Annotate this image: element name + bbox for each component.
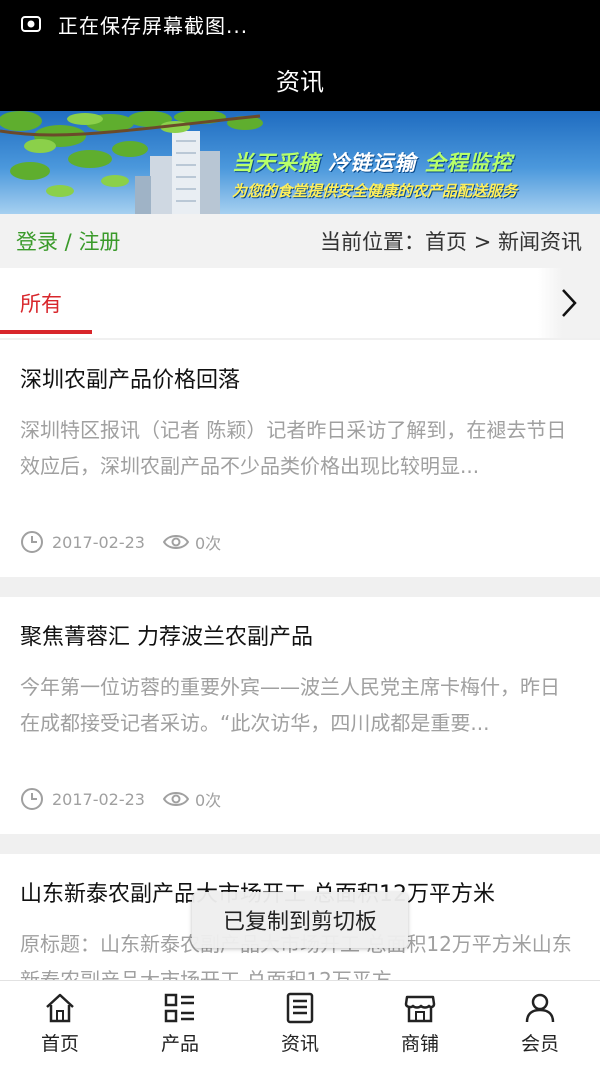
- clock-icon: [21, 788, 43, 810]
- page-title: 资讯: [0, 48, 600, 111]
- nav-label: 资讯: [280, 1033, 319, 1055]
- article-title[interactable]: 深圳农副产品价格回落: [20, 362, 240, 394]
- auth-separator: /: [58, 230, 79, 254]
- nav-products[interactable]: 产品: [120, 981, 240, 1067]
- eye-icon: [162, 535, 189, 549]
- nav-shops[interactable]: 商铺: [360, 981, 480, 1067]
- article-title[interactable]: 聚焦菁蓉汇 力荐波兰农副产品: [20, 619, 313, 651]
- nav-member[interactable]: 会员: [480, 981, 600, 1067]
- nav-label: 商铺: [400, 1033, 439, 1055]
- article-date: 2017-02-23: [52, 789, 145, 809]
- article-item[interactable]: 聚焦菁蓉汇 力荐波兰农副产品 今年第一位访蓉的重要外宾——波兰人民党主席卡梅什，…: [0, 597, 600, 834]
- category-tabs: 所有: [0, 268, 600, 338]
- banner-slogan: 当天采摘 冷链运输 全程监控: [232, 151, 513, 175]
- article-summary: 今年第一位访蓉的重要外宾——波兰人民党主席卡梅什，昨日在成都接受记者采访。“此次…: [20, 675, 560, 735]
- nav-news[interactable]: 资讯: [240, 981, 360, 1067]
- banner-subtitle: 为您的食堂提供安全健康的农产品配送服务: [232, 182, 518, 200]
- grid-list-icon: [164, 993, 194, 1023]
- status-bar: 正在保存屏幕截图...: [0, 0, 600, 48]
- login-link[interactable]: 登录: [16, 230, 58, 254]
- screenshot-icon: [21, 16, 41, 32]
- active-tab-indicator: [0, 330, 92, 334]
- bottom-nav: 首页 产品 资讯 商铺 会员: [0, 980, 600, 1067]
- auth-links: 登录 / 注册: [16, 226, 120, 256]
- nav-home[interactable]: 首页: [0, 981, 120, 1067]
- article-views: 0次: [194, 791, 222, 810]
- breadcrumb: 当前位置：首页 > 新闻资讯: [320, 230, 582, 254]
- article-item[interactable]: 深圳农副产品价格回落 深圳特区报讯（记者 陈颖）记者昨日采访了解到，在褪去节日效…: [0, 340, 600, 577]
- chevron-right-icon: [562, 289, 577, 317]
- nav-label: 首页: [40, 1033, 79, 1055]
- location-bar: 登录 / 注册 当前位置：首页 > 新闻资讯: [0, 214, 600, 268]
- article-summary: 深圳特区报讯（记者 陈颖）记者昨日采访了解到，在褪去节日效应后，深圳农副产品不少…: [20, 418, 567, 478]
- promo-banner[interactable]: 当天采摘 冷链运输 全程监控 为您的食堂提供安全健康的农产品配送服务: [0, 111, 600, 214]
- article-meta: 2017-02-23 0次: [20, 530, 221, 554]
- tabs-scroll-right-button[interactable]: [538, 268, 600, 338]
- nav-label: 会员: [520, 1033, 559, 1055]
- register-link[interactable]: 注册: [78, 230, 120, 254]
- news-icon: [286, 992, 314, 1024]
- shop-icon: [404, 995, 436, 1023]
- clock-icon: [21, 531, 43, 553]
- tab-all[interactable]: 所有: [20, 288, 62, 318]
- home-icon: [46, 993, 74, 1023]
- nav-label: 产品: [160, 1033, 199, 1055]
- article-meta: 2017-02-23 0次: [20, 787, 221, 811]
- user-icon: [525, 993, 555, 1023]
- article-views: 0次: [194, 534, 222, 553]
- copied-toast: 已复制到剪切板: [192, 892, 408, 948]
- article-date: 2017-02-23: [52, 532, 145, 552]
- status-text: 正在保存屏幕截图...: [58, 13, 249, 38]
- eye-icon: [162, 792, 189, 806]
